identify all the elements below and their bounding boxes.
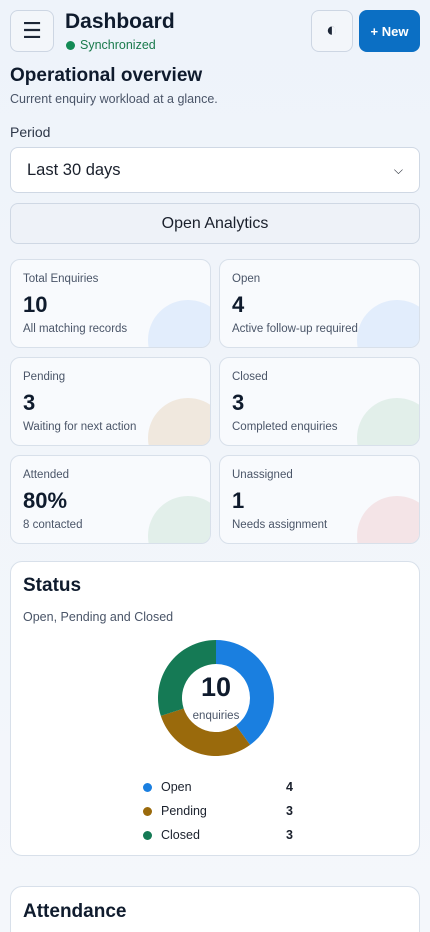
- legend-dot-icon: [143, 783, 152, 792]
- contrast-icon: ◐: [326, 20, 338, 41]
- legend-label: Closed: [161, 828, 200, 842]
- chevron-down-icon: ⌵: [393, 162, 403, 177]
- hamburger-icon: ☰: [22, 18, 42, 43]
- metric-label: Closed: [232, 371, 268, 383]
- metric-label: Pending: [23, 371, 66, 383]
- metric-label: Unassigned: [232, 469, 293, 481]
- metric-note: Completed enquiries: [232, 421, 338, 433]
- status-dot-icon: [66, 40, 75, 50]
- metric-label: Total Enquiries: [23, 273, 99, 285]
- legend-dot-icon: [143, 831, 152, 840]
- metric-card-attended[interactable]: Attended 80% 8 contacted: [10, 455, 211, 544]
- legend-item-pending: Pending 3: [143, 804, 293, 828]
- card-accent-blob: [357, 300, 419, 347]
- metric-card-total-enquiries[interactable]: Total Enquiries 10 All matching records: [10, 259, 211, 348]
- metric-value: 80%: [23, 488, 68, 513]
- sync-status-label: Synchronized: [80, 38, 156, 52]
- card-accent-blob: [148, 496, 210, 543]
- metric-card-closed[interactable]: Closed 3 Completed enquiries: [219, 357, 420, 446]
- metric-label: Open: [232, 273, 261, 285]
- theme-toggle-button[interactable]: ◐: [311, 10, 353, 52]
- legend-value: 4: [286, 780, 293, 794]
- overview-title: Operational overview: [10, 65, 203, 86]
- metric-value: 10: [23, 292, 48, 317]
- metric-value: 3: [23, 390, 36, 415]
- status-card: Status Open, Pending and Closed 10 enqui…: [10, 561, 420, 856]
- card-accent-blob: [148, 398, 210, 445]
- metric-card-unassigned[interactable]: Unassigned 1 Needs assignment: [219, 455, 420, 544]
- overview-subtitle: Current enquiry workload at a glance.: [10, 92, 218, 106]
- metric-value: 1: [232, 488, 245, 513]
- card-accent-blob: [357, 398, 419, 445]
- metric-label: Attended: [23, 469, 70, 481]
- period-select-value: Last 30 days: [27, 160, 121, 179]
- metric-note: Active follow-up required: [232, 323, 358, 335]
- metric-note: Needs assignment: [232, 519, 328, 531]
- card-accent-blob: [148, 300, 210, 347]
- legend-value: 3: [286, 804, 293, 818]
- period-label: Period: [10, 124, 51, 140]
- legend-value: 3: [286, 828, 293, 842]
- metric-note: Waiting for next action: [23, 421, 137, 433]
- period-select[interactable]: Last 30 days ⌵: [10, 147, 420, 193]
- attendance-title: Attendance: [23, 901, 127, 922]
- attendance-card: Attendance: [10, 886, 420, 932]
- metric-value: 4: [232, 292, 245, 317]
- legend-dot-icon: [143, 807, 152, 816]
- donut-total-label: enquiries: [192, 710, 240, 722]
- open-analytics-button[interactable]: Open Analytics: [10, 203, 420, 244]
- legend-item-closed: Closed 3: [143, 828, 293, 852]
- metric-note: All matching records: [23, 323, 128, 335]
- top-bar: ☰ Dashboard Synchronized ◐ + New: [0, 0, 430, 62]
- metric-value: 3: [232, 390, 245, 415]
- menu-button[interactable]: ☰: [10, 10, 54, 52]
- status-subtitle: Open, Pending and Closed: [23, 610, 174, 624]
- donut-center: 10 enquiries: [146, 628, 286, 768]
- metric-card-pending[interactable]: Pending 3 Waiting for next action: [10, 357, 211, 446]
- new-button[interactable]: + New: [359, 10, 420, 52]
- donut-total: 10: [200, 672, 232, 702]
- status-legend: Open 4 Pending 3 Closed 3: [143, 780, 293, 852]
- legend-label: Pending: [161, 804, 207, 818]
- card-accent-blob: [357, 496, 419, 543]
- legend-item-open: Open 4: [143, 780, 293, 804]
- status-title: Status: [23, 575, 82, 596]
- sync-status: Synchronized: [66, 38, 156, 52]
- metric-card-open[interactable]: Open 4 Active follow-up required: [219, 259, 420, 348]
- metric-note: 8 contacted: [23, 519, 83, 531]
- page-title: Dashboard: [65, 10, 175, 33]
- legend-label: Open: [161, 780, 192, 794]
